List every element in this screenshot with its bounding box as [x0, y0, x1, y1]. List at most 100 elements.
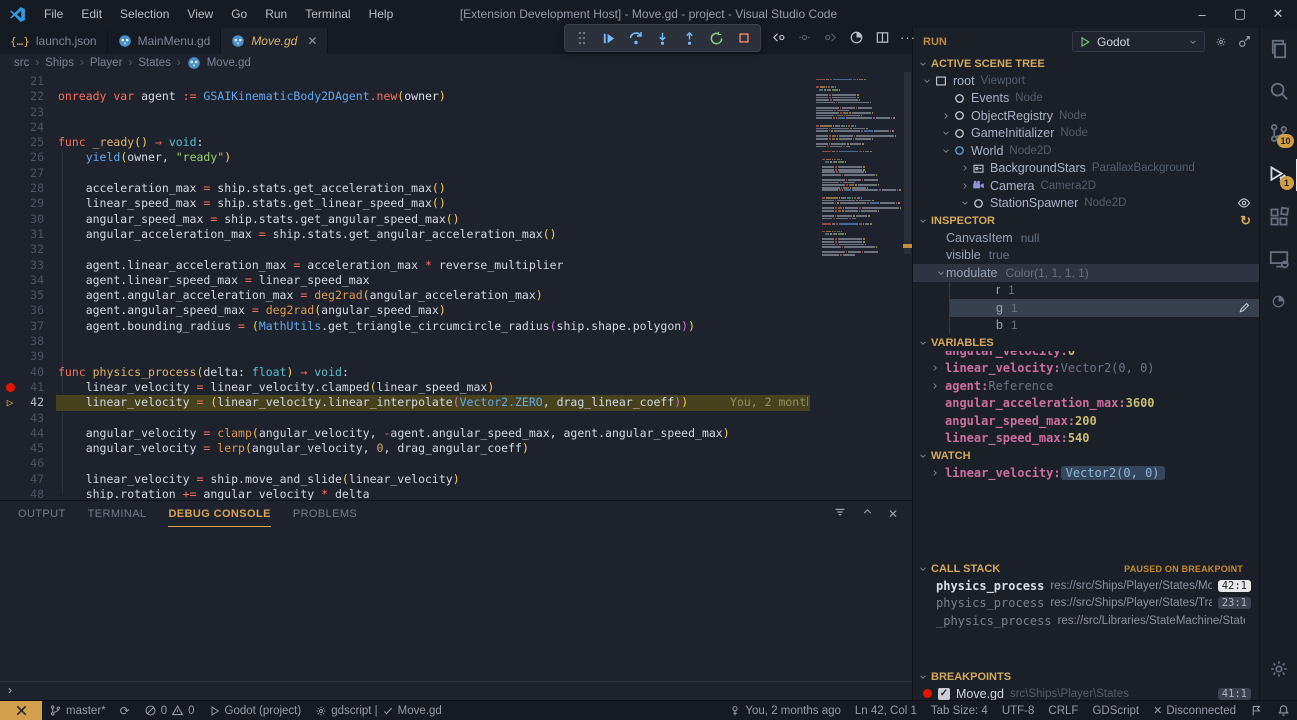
variables-section-header[interactable]: VARIABLES	[913, 334, 1259, 351]
breadcrumb-item[interactable]: src	[14, 57, 29, 69]
code-line[interactable]: ▷42 linear_velocity = (linear_velocity.l…	[0, 395, 912, 410]
close-window-button[interactable]: ✕	[1259, 0, 1297, 28]
menu-edit[interactable]: Edit	[72, 0, 111, 28]
breakpoint-checkbox[interactable]: ✓	[938, 688, 950, 700]
status-problems[interactable]: 00	[137, 701, 202, 720]
more-actions-button[interactable]: ···	[898, 27, 918, 47]
restart-button[interactable]	[704, 26, 729, 50]
chevron-right-icon[interactable]	[959, 163, 970, 174]
maximize-panel-button[interactable]	[861, 505, 874, 524]
chevron-right-icon[interactable]	[959, 180, 970, 191]
code-line[interactable]: 24	[0, 120, 912, 135]
code-line[interactable]: 38	[0, 334, 912, 349]
start-debug-icon[interactable]	[1079, 36, 1091, 48]
step-into-button[interactable]	[650, 26, 675, 50]
code-line[interactable]: 45 angular_velocity = lerp(angular_veloc…	[0, 441, 912, 456]
launch-config-select[interactable]: Godot	[1072, 31, 1205, 52]
split-editor-button[interactable]	[872, 27, 892, 47]
activity-run-and-debug[interactable]: 1	[1260, 154, 1297, 196]
continue-button[interactable]	[596, 26, 621, 50]
code-line[interactable]: 32	[0, 242, 912, 257]
breadcrumb-item[interactable]: States	[138, 57, 171, 69]
scene-tree-section-header[interactable]: ACTIVE SCENE TREE	[913, 55, 1259, 72]
breadcrumb-item[interactable]: Player	[90, 57, 123, 69]
editor-scrollbar[interactable]	[903, 72, 912, 500]
breadcrumb-item[interactable]: Move.gd	[207, 57, 251, 69]
panel-tab-problems[interactable]: PROBLEMS	[293, 501, 357, 527]
close-panel-button[interactable]: ✕	[888, 505, 898, 524]
status-sync[interactable]: ⟳	[113, 701, 137, 720]
code-line[interactable]: 30 angular_speed_max = ship.stats.get_an…	[0, 212, 912, 227]
breadcrumb[interactable]: src›Ships›Player›States›Move.gd	[0, 54, 912, 72]
code-line[interactable]: 36 agent.angular_speed_max = deg2rad(ang…	[0, 303, 912, 318]
menu-selection[interactable]: Selection	[111, 0, 178, 28]
code-line[interactable]: 26 yield(owner, "ready")	[0, 150, 912, 165]
step-over-button[interactable]	[623, 26, 648, 50]
inspector-row-modulate[interactable]: modulateColor(1, 1, 1, 1)	[913, 264, 1259, 282]
debug-console-open-icon[interactable]	[1237, 35, 1251, 49]
inspector-row-g[interactable]: g1	[949, 299, 1259, 317]
remote-indicator[interactable]	[0, 701, 42, 720]
eye-icon[interactable]	[1237, 196, 1251, 210]
scene-tree-item-world[interactable]: WorldNode2D	[913, 142, 1259, 160]
scene-tree-item-backgroundstars[interactable]: BackgroundStarsParallaxBackground	[913, 160, 1259, 178]
inspector-row-b[interactable]: b1	[949, 317, 1259, 335]
menu-go[interactable]: Go	[222, 0, 256, 28]
variable-row[interactable]: angular_acceleration_max: 3600	[913, 395, 1259, 413]
code-line[interactable]: 44 angular_velocity = clamp(angular_velo…	[0, 426, 912, 441]
filter-button[interactable]	[833, 505, 847, 524]
variable-row[interactable]: linear_speed_max: 540	[913, 430, 1259, 448]
status-language-mode[interactable]: GDScript	[1085, 701, 1146, 720]
scrollbar-thumb[interactable]	[904, 72, 911, 254]
code-editor[interactable]: 2122onready var agent := GSAIKinematicBo…	[0, 72, 912, 500]
chevron-down-icon[interactable]	[940, 145, 951, 156]
code-line[interactable]: 47 linear_velocity = ship.move_and_slide…	[0, 472, 912, 487]
scene-tree-item-stationspawner[interactable]: StationSpawnerNode2D	[913, 195, 1259, 213]
variable-row[interactable]: angular_velocity: 0	[913, 351, 1259, 360]
code-line[interactable]: 35 agent.angular_acceleration_max = deg2…	[0, 288, 912, 303]
breakpoint-row[interactable]: ✓Move.gdsrc\Ships\Player\States41:1	[913, 685, 1259, 700]
chevron-down-icon[interactable]	[921, 75, 932, 86]
stop-button[interactable]	[731, 26, 756, 50]
scene-tree-item-root[interactable]: rootViewport	[913, 72, 1259, 90]
variable-row[interactable]: angular_speed_max: 200	[913, 412, 1259, 430]
code-line[interactable]: 40func physics_process(delta: float) → v…	[0, 365, 912, 380]
status-eol[interactable]: CRLF	[1041, 701, 1085, 720]
activity-remote-explorer[interactable]	[1260, 238, 1297, 280]
status-git-blame[interactable]: You, 2 months ago	[722, 701, 847, 720]
menu-run[interactable]: Run	[256, 0, 296, 28]
call-stack-section-header[interactable]: CALL STACKPAUSED ON BREAKPOINT	[913, 560, 1259, 577]
breakpoints-section-header[interactable]: BREAKPOINTS	[913, 668, 1259, 685]
call-stack-frame[interactable]: physics_processres://src/Ships/Player/St…	[913, 595, 1259, 613]
code-line[interactable]: 46	[0, 456, 912, 471]
status-cursor-position[interactable]: Ln 42, Col 1	[848, 701, 924, 720]
code-line[interactable]: 28 acceleration_max = ship.stats.get_acc…	[0, 181, 912, 196]
code-line[interactable]: 21	[0, 74, 912, 89]
minimap[interactable]	[816, 76, 902, 256]
panel-tab-output[interactable]: OUTPUT	[18, 501, 66, 527]
watch-expression-row[interactable]: linear_velocity: Vector2(0, 0)	[913, 464, 1259, 482]
status-lsp-status[interactable]: ✕Disconnected	[1146, 701, 1243, 720]
inspector-row-canvasitem[interactable]: CanvasItemnull	[913, 229, 1259, 247]
watch-section-header[interactable]: WATCH	[913, 447, 1259, 464]
reverse-continue-button[interactable]	[768, 27, 788, 47]
menu-terminal[interactable]: Terminal	[296, 0, 359, 28]
scene-tree-item-objectregistry[interactable]: ObjectRegistryNode	[913, 107, 1259, 125]
code-line[interactable]: 25func _ready() → void:	[0, 135, 912, 150]
debug-settings-icon[interactable]	[1215, 36, 1227, 48]
tab-close-icon[interactable]: ✕	[307, 34, 317, 48]
menu-file[interactable]: File	[35, 0, 72, 28]
activity-search[interactable]	[1260, 70, 1297, 112]
step-out-button[interactable]	[677, 26, 702, 50]
status-encoding[interactable]: UTF-8	[995, 701, 1042, 720]
activity-extensions[interactable]	[1260, 196, 1297, 238]
minimize-window-button[interactable]: –	[1183, 0, 1221, 28]
tab-move.gd[interactable]: Move.gd✕	[221, 28, 328, 54]
refresh-icon[interactable]: ↻	[1240, 213, 1251, 229]
tab-launch.json[interactable]: {…}launch.json	[0, 28, 108, 54]
menu-help[interactable]: Help	[360, 0, 403, 28]
scene-tree-item-gameinitializer[interactable]: GameInitializerNode	[913, 125, 1259, 143]
status-indentation[interactable]: Tab Size: 4	[924, 701, 995, 720]
code-line[interactable]: 29 linear_speed_max = ship.stats.get_lin…	[0, 196, 912, 211]
activity-profiler[interactable]	[1260, 280, 1297, 322]
